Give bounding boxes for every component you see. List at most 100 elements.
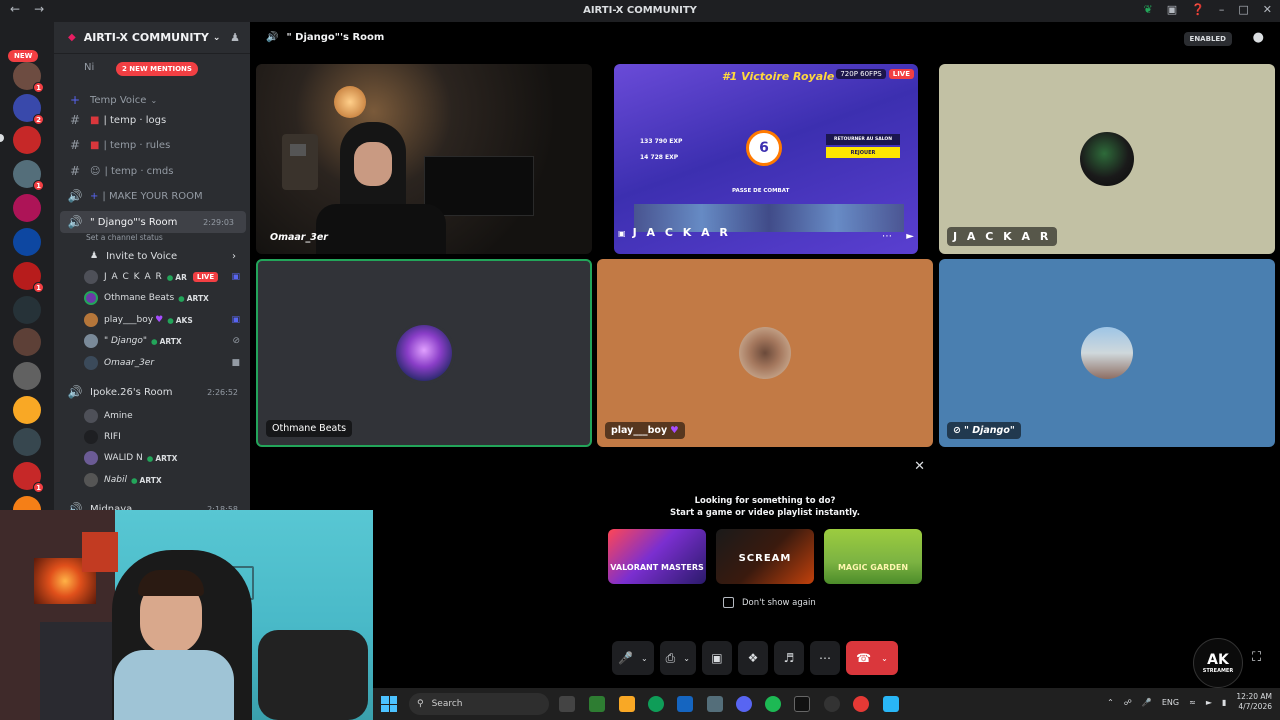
server-icon[interactable]: 1 bbox=[13, 462, 44, 493]
discord-icon[interactable] bbox=[736, 696, 752, 712]
video-tile-othmane[interactable]: Othmane Beats bbox=[256, 259, 592, 447]
edge-icon[interactable] bbox=[648, 696, 664, 712]
app-icon[interactable] bbox=[883, 696, 899, 712]
more-options-icon[interactable]: ⋯ bbox=[882, 231, 892, 242]
chevron-up-icon[interactable]: ⌃ bbox=[1107, 698, 1114, 707]
dont-show-again[interactable]: Don't show again bbox=[723, 597, 816, 608]
terminal-icon[interactable] bbox=[794, 696, 810, 712]
file-explorer-icon[interactable] bbox=[619, 696, 635, 712]
participant-avatar bbox=[1080, 132, 1134, 186]
ak-streamer-logo: AK STREAMER bbox=[1193, 638, 1243, 688]
activities-button[interactable]: ❖ bbox=[737, 641, 768, 675]
task-view-icon[interactable] bbox=[559, 696, 575, 712]
popup-message: Looking for something to do? Start a gam… bbox=[669, 496, 861, 518]
server-icon[interactable] bbox=[13, 396, 41, 424]
invite-to-voice[interactable]: ♟ Invite to Voice › bbox=[54, 245, 250, 267]
obs-icon[interactable] bbox=[824, 696, 840, 712]
soundboard-button[interactable]: ♬ bbox=[773, 641, 804, 675]
video-tile-playboy[interactable]: play___boy ♥ bbox=[597, 259, 933, 447]
minimize-icon[interactable]: – bbox=[1219, 3, 1225, 16]
disconnect-button[interactable]: ☎ ⌄ bbox=[845, 641, 898, 675]
feather-icon[interactable]: ❦ bbox=[1144, 3, 1153, 16]
fullscreen-icon[interactable]: ⛶ bbox=[1252, 650, 1261, 665]
app-icon[interactable] bbox=[707, 696, 723, 712]
camera-button[interactable]: ⎙ ⌄ bbox=[659, 641, 696, 675]
mute-button[interactable]: 🎤 ⌄ bbox=[612, 641, 654, 675]
checkbox[interactable] bbox=[723, 597, 734, 608]
server-icon[interactable] bbox=[13, 194, 41, 222]
wifi-icon[interactable]: ≈ bbox=[1189, 698, 1196, 707]
muted-icon: ⊘ bbox=[953, 425, 961, 436]
voice-member[interactable]: J A C K A R ● AR LIVE ▣ bbox=[84, 267, 244, 287]
taskbar-search[interactable]: ⚲ Search bbox=[409, 693, 549, 715]
server-icon[interactable] bbox=[13, 428, 41, 456]
language-indicator[interactable]: ENG bbox=[1162, 698, 1179, 707]
channel-ipoke-room[interactable]: 🔊 Ipoke.26's Room 2:26:52 bbox=[54, 381, 250, 403]
video-tile-omaar[interactable]: Omaar_3er bbox=[256, 64, 592, 254]
volume-icon[interactable]: ► bbox=[1206, 698, 1212, 707]
voice-member[interactable]: Nabil ● ARTX bbox=[84, 470, 244, 490]
voice-member[interactable]: play___boy ♥ ● AKS ▣ bbox=[84, 310, 244, 330]
voice-member[interactable]: Othmane Beats ● ARTX bbox=[84, 288, 244, 308]
more-button[interactable]: ⋯ bbox=[809, 641, 840, 675]
channel-temp-logs[interactable]: # ■ | temp · logs bbox=[54, 109, 250, 131]
camera-icon: ■ bbox=[231, 358, 240, 368]
network-icon[interactable]: ☍ bbox=[1124, 698, 1132, 707]
store-icon[interactable] bbox=[677, 696, 693, 712]
new-badge[interactable]: NEW bbox=[8, 50, 39, 62]
inbox-icon[interactable]: ▣ bbox=[1167, 3, 1177, 16]
server-icon[interactable] bbox=[13, 328, 41, 356]
battery-icon[interactable]: ▮ bbox=[1222, 698, 1226, 707]
windows-start-icon[interactable] bbox=[381, 696, 397, 712]
server-icon[interactable] bbox=[13, 126, 41, 154]
clock[interactable]: 12:20 AM 4/7/2026 bbox=[1236, 692, 1272, 712]
chevron-down-icon: ⌄ bbox=[150, 95, 158, 105]
server-icon[interactable] bbox=[13, 296, 41, 324]
volume-icon[interactable]: ► bbox=[906, 231, 914, 242]
share-screen-button[interactable]: ▣ bbox=[701, 641, 732, 675]
server-icon[interactable]: 1 bbox=[13, 62, 44, 93]
activity-magic-garden[interactable]: MAGIC GARDEN bbox=[824, 529, 922, 584]
spotify-icon[interactable] bbox=[765, 696, 781, 712]
close-window-icon[interactable]: ✕ bbox=[1263, 3, 1272, 16]
stream-tile-jackar[interactable]: 720P 60FPS LIVE #1 Victoire Royale 6 133… bbox=[614, 64, 918, 254]
activity-valorant[interactable]: VALORANT MASTERS bbox=[608, 529, 706, 584]
opera-icon[interactable] bbox=[853, 696, 869, 712]
server-rail: NEW 1 2 1 1 1 1 bbox=[0, 22, 54, 527]
chevron-down-icon: ⌄ bbox=[640, 653, 648, 663]
server-header[interactable]: ◆ AIRTI-X COMMUNITY ⌄ ♟ bbox=[54, 22, 250, 54]
hash-icon: # bbox=[69, 138, 81, 152]
enabled-badge[interactable]: ENABLED bbox=[1183, 32, 1232, 46]
add-member-icon[interactable]: ♟ bbox=[230, 31, 240, 44]
set-channel-status[interactable]: Set a channel status bbox=[86, 233, 163, 242]
voice-member[interactable]: RIFI bbox=[84, 427, 244, 447]
video-tile-django[interactable]: ⊘ " Django" bbox=[939, 259, 1275, 447]
close-icon[interactable]: ✕ bbox=[914, 459, 925, 474]
voice-member[interactable]: Amine bbox=[84, 406, 244, 426]
activity-scream[interactable]: SCREAM bbox=[716, 529, 814, 584]
video-tile-jackar[interactable]: J A C K A R bbox=[939, 64, 1275, 254]
voice-member[interactable]: WALID N ● ARTX bbox=[84, 448, 244, 468]
server-icon[interactable] bbox=[13, 228, 41, 256]
server-icon[interactable]: 1 bbox=[13, 262, 44, 293]
channel-temp-voice[interactable]: + Temp Voice ⌄ bbox=[54, 89, 250, 111]
mentions-badge[interactable]: 2 NEW MENTIONS bbox=[116, 62, 198, 76]
channel-make-room[interactable]: 🔊 + | MAKE YOUR ROOM bbox=[54, 185, 250, 207]
hash-icon: # bbox=[69, 164, 81, 178]
channel-django-room[interactable]: 🔊 " Django"'s Room 2:29:03 bbox=[60, 211, 246, 233]
voice-member[interactable]: " Django" ● ARTX ⊘ bbox=[84, 331, 244, 351]
server-icon[interactable] bbox=[13, 362, 41, 390]
chat-icon[interactable]: ● bbox=[1253, 30, 1264, 45]
help-icon[interactable]: ❓ bbox=[1191, 3, 1205, 16]
server-icon[interactable]: 1 bbox=[13, 160, 44, 191]
voice-member[interactable]: Omaar_3er ■ bbox=[84, 353, 244, 373]
call-controls: 🎤 ⌄ ⎙ ⌄ ▣ ❖ ♬ ⋯ ☎ ⌄ bbox=[612, 640, 902, 676]
channel-temp-cmds[interactable]: # ☺ | temp · cmds bbox=[54, 160, 250, 182]
server-icon[interactable]: 2 bbox=[13, 94, 44, 125]
add-user-icon: ♟ bbox=[90, 251, 99, 261]
maximize-icon[interactable]: □ bbox=[1238, 3, 1248, 16]
channel-temp-rules[interactable]: # ■ | temp · rules bbox=[54, 134, 250, 156]
microphone-icon[interactable]: 🎤 bbox=[1142, 698, 1152, 707]
app-icon[interactable] bbox=[589, 696, 605, 712]
speaker-icon: 🔊 bbox=[67, 189, 83, 203]
